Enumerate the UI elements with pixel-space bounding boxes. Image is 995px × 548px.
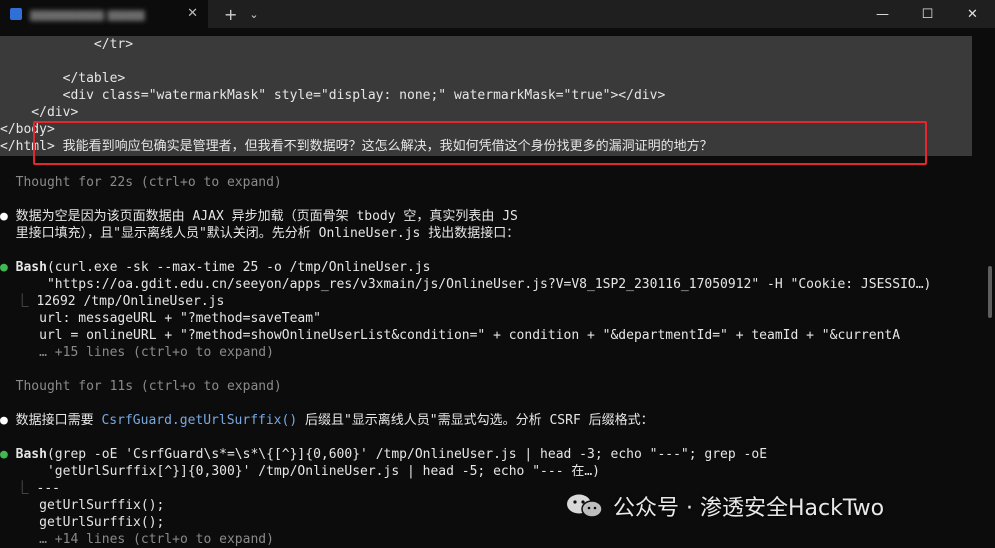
tool-name: Bash bbox=[15, 260, 47, 275]
assistant-message: ● 数据接口需要 CsrfGuard.getUrlSurffix() 后缀且"显… bbox=[0, 413, 654, 428]
bash-tool-call: 'getUrlSurffix[^}]{0,300}' /tmp/OnlineUs… bbox=[0, 464, 600, 479]
scrollbar-thumb[interactable] bbox=[988, 266, 992, 318]
terminal-line: </tr> bbox=[0, 37, 134, 52]
output-branch-icon: ⎿ bbox=[15, 481, 29, 496]
tab-dropdown-chevron-icon[interactable]: ⌄ bbox=[249, 8, 258, 21]
tool-bullet-icon: ● bbox=[0, 447, 8, 462]
tab-title: ▆▆▆▆▆▆▆▆ ▆▆▆▆ bbox=[30, 7, 145, 21]
terminal-line: <div class="watermarkMask" style="displa… bbox=[0, 88, 666, 103]
terminal-app-icon bbox=[10, 8, 22, 20]
tool-bullet-icon: ● bbox=[0, 260, 8, 275]
tool-output-line: url = onlineURL + "?method=showOnlineUse… bbox=[0, 328, 901, 343]
bash-tool-call: "https://oa.gdit.edu.cn/seeyon/apps_res/… bbox=[0, 277, 932, 292]
close-window-button[interactable]: ✕ bbox=[950, 0, 995, 28]
output-branch-icon: ⎿ bbox=[15, 294, 29, 309]
new-tab-button[interactable]: + bbox=[224, 5, 237, 24]
expand-lines-link[interactable]: … +14 lines (ctrl+o to expand) bbox=[0, 531, 274, 548]
tool-output-line: ⎿ --- bbox=[15, 481, 60, 496]
assistant-message: 里接口填充），且"显示离线人员"默认关闭。先分析 OnlineUser.js 找… bbox=[0, 226, 520, 241]
message-bullet-icon: ● bbox=[0, 413, 8, 428]
minimize-button[interactable]: — bbox=[860, 0, 905, 28]
tool-output-line: getUrlSurffix(); bbox=[0, 515, 165, 530]
watermark-text: 公众号 · 渗透安全HackTwo bbox=[613, 496, 885, 521]
title-bar: ▆▆▆▆▆▆▆▆ ▆▆▆▆ ✕ + ⌄ — ☐ ✕ bbox=[0, 0, 995, 28]
expand-lines-link[interactable]: … +15 lines (ctrl+o to expand) bbox=[0, 344, 274, 361]
bash-tool-call: ● Bash(grep -oE 'CsrfGuard\s*=\s*\{[^}]{… bbox=[0, 447, 768, 462]
tool-name: Bash bbox=[15, 447, 47, 462]
tool-output-line: ⎿ 12692 /tmp/OnlineUser.js bbox=[15, 294, 225, 309]
highlight-annotation-box bbox=[33, 121, 927, 165]
wechat-watermark: 公众号 · 渗透安全HackTwo bbox=[565, 490, 884, 522]
thought-line[interactable]: Thought for 22s (ctrl+o to expand) bbox=[0, 174, 282, 191]
maximize-button[interactable]: ☐ bbox=[905, 0, 950, 28]
wechat-logo-icon bbox=[567, 494, 603, 518]
function-name: CsrfGuard.getUrlSurffix() bbox=[101, 413, 298, 428]
terminal-tab[interactable]: ▆▆▆▆▆▆▆▆ ▆▆▆▆ ✕ bbox=[0, 0, 208, 28]
thought-line[interactable]: Thought for 11s (ctrl+o to expand) bbox=[0, 378, 282, 395]
assistant-message: ● 数据为空是因为该页面数据由 AJAX 异步加载（页面骨架 tbody 空，真… bbox=[0, 209, 518, 224]
terminal-output[interactable]: </tr> </table> <div class="watermarkMask… bbox=[0, 28, 995, 548]
bash-tool-call: ● Bash(curl.exe -sk --max-time 25 -o /tm… bbox=[0, 260, 431, 275]
tool-output-line: url: messageURL + "?method=saveTeam" bbox=[0, 311, 321, 326]
tab-close-icon[interactable]: ✕ bbox=[187, 6, 198, 21]
terminal-line: </table> bbox=[0, 71, 126, 86]
tool-output-line: getUrlSurffix(); bbox=[0, 498, 165, 513]
terminal-line: </div> bbox=[0, 105, 79, 120]
window-controls: — ☐ ✕ bbox=[860, 0, 995, 28]
message-bullet-icon: ● bbox=[0, 209, 8, 224]
